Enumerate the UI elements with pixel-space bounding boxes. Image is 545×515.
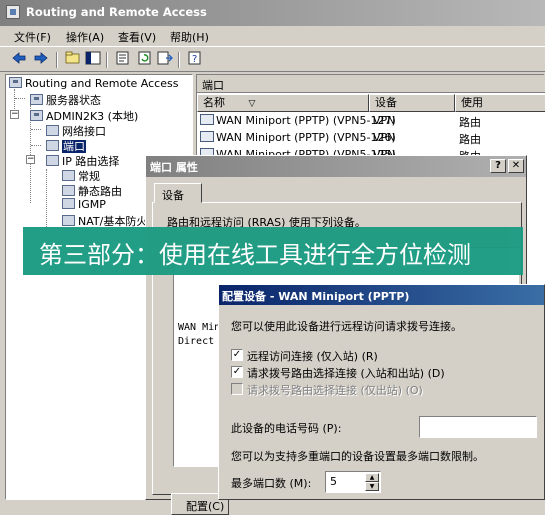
static-routes-icon <box>62 185 75 196</box>
remote-access-label[interactable]: 远程访问连接 (仅入站) (R) <box>247 348 378 364</box>
close-button[interactable]: ✕ <box>508 159 524 173</box>
phone-number-label: 此设备的电话号码 (P): <box>231 422 342 435</box>
configure-dialog-title-bar[interactable]: 配置设备 - WAN Miniport (PPTP) <box>219 285 544 305</box>
port-icon <box>200 131 214 142</box>
ip-routing-icon <box>46 155 59 166</box>
menu-view[interactable]: 查看(V) <box>118 29 156 45</box>
up-folder-icon[interactable] <box>64 51 82 69</box>
server-status-icon <box>30 94 43 105</box>
network-interfaces-icon <box>46 125 59 136</box>
tree-node-ports[interactable]: 端口 <box>46 138 86 154</box>
tree-node-ip-routing[interactable]: IP 路由选择 <box>46 153 119 169</box>
rras-icon <box>9 77 22 88</box>
max-ports-label: 最多端口数 (M): <box>231 477 312 490</box>
phone-number-input[interactable] <box>419 416 537 438</box>
menu-help[interactable]: 帮助(H) <box>170 29 209 45</box>
column-header-usage[interactable]: 使用 <box>455 94 545 112</box>
rras-app-icon <box>6 5 20 19</box>
tree-node-rras[interactable]: Routing and Remote Access <box>9 77 178 90</box>
tab-devices[interactable]: 设备 <box>154 183 202 203</box>
tree-node-network-interfaces[interactable]: 网络接口 <box>46 123 106 139</box>
tree-node-igmp[interactable]: IGMP <box>62 198 106 211</box>
toolbar: ? <box>0 46 545 72</box>
title-bar[interactable]: Routing and Remote Access <box>0 0 545 26</box>
properties-icon[interactable] <box>114 51 132 69</box>
remote-access-checkbox[interactable]: ✓ <box>231 349 243 361</box>
window-title: Routing and Remote Access <box>26 5 207 19</box>
general-icon <box>62 170 75 181</box>
svg-text:?: ? <box>192 54 197 65</box>
show-hide-tree-icon[interactable] <box>84 51 102 69</box>
collapse-icon[interactable]: − <box>10 110 19 119</box>
server-icon <box>30 110 43 121</box>
refresh-icon[interactable] <box>136 51 154 69</box>
forward-arrow-icon[interactable] <box>32 51 50 69</box>
back-arrow-icon[interactable] <box>10 51 28 69</box>
help-button[interactable]: ? <box>490 159 506 173</box>
igmp-icon <box>62 198 75 209</box>
properties-dialog-title-bar[interactable]: 端口 属性 ? ✕ <box>146 156 526 177</box>
spin-down-icon[interactable]: ▼ <box>365 482 379 491</box>
toolbar-separator <box>178 52 180 68</box>
tree-node-server-status[interactable]: 服务器状态 <box>30 92 101 108</box>
menu-action[interactable]: 操作(A) <box>66 29 104 45</box>
sort-descending-icon: ▽ <box>248 99 256 109</box>
max-ports-stepper[interactable]: 5 ▲ ▼ <box>325 471 381 493</box>
menu-bar: 文件(F) 操作(A) 查看(V) 帮助(H) <box>0 26 545 46</box>
ports-icon <box>46 140 59 151</box>
export-list-icon[interactable] <box>156 51 174 69</box>
port-icon <box>200 114 214 125</box>
max-ports-hint: 您可以为支持多重端口的设备设置最多端口数限制。 <box>231 450 484 463</box>
port-row[interactable]: WAN Miniport (PPTP) (VPN5-127) VPN 路由 <box>197 112 545 129</box>
tree-node-general[interactable]: 常规 <box>62 168 100 184</box>
nat-firewall-icon <box>62 215 75 226</box>
demand-dial-inout-label[interactable]: 请求拨号路由选择连接 (入站和出站) (D) <box>247 365 445 381</box>
demand-dial-outbound-label: 请求拨号路由选择连接 (仅出站) (O) <box>247 384 423 397</box>
demand-dial-outbound-checkbox <box>231 383 243 395</box>
tree-node-server[interactable]: ADMIN2K3 (本地) <box>30 108 138 124</box>
max-ports-value[interactable]: 5 <box>330 475 337 488</box>
configure-intro: 您可以使用此设备进行远程访问请求拨号连接。 <box>231 320 462 333</box>
column-header-name[interactable]: 名称 ▽ <box>197 94 369 112</box>
port-row[interactable]: WAN Miniport (PPTP) (VPN5-126) VPN 路由 <box>197 129 545 146</box>
configure-device-dialog: 配置设备 - WAN Miniport (PPTP) 您可以使用此设备进行远程访… <box>218 284 545 500</box>
help-icon[interactable]: ? <box>186 51 204 69</box>
column-header-device[interactable]: 设备 <box>369 94 455 112</box>
toolbar-separator <box>106 52 108 68</box>
caption-banner: 第三部分：使用在线工具进行全方位检测 <box>23 227 523 275</box>
toolbar-separator <box>56 52 58 68</box>
column-header-row: 名称 ▽ 设备 使用 <box>197 94 545 112</box>
demand-dial-inout-checkbox[interactable]: ✓ <box>231 366 243 378</box>
collapse-icon[interactable]: − <box>26 155 35 164</box>
caption-text: 第三部分：使用在线工具进行全方位检测 <box>39 241 471 269</box>
spin-up-icon[interactable]: ▲ <box>365 473 379 482</box>
details-pane-title: 端口 <box>197 75 545 93</box>
tree-node-static-routes[interactable]: 静态路由 <box>62 183 122 199</box>
menu-file[interactable]: 文件(F) <box>14 29 51 45</box>
